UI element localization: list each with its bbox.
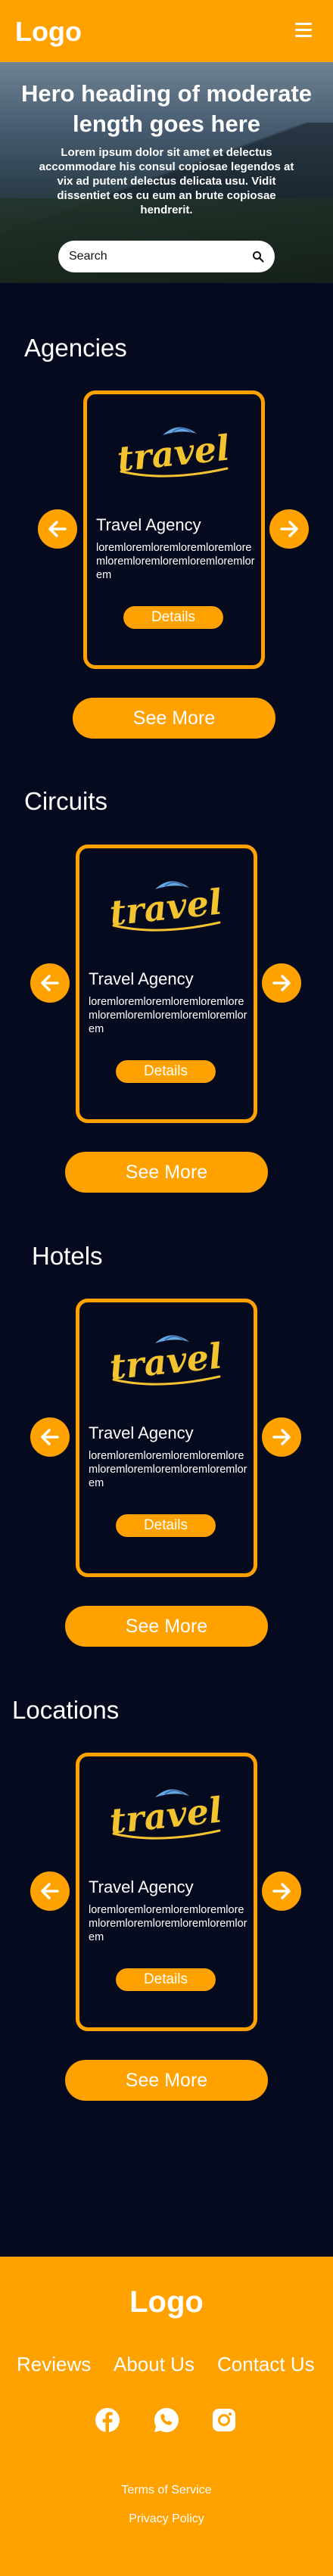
carousel-next-button[interactable] [269, 509, 309, 549]
card-title: Travel Agency [89, 969, 194, 988]
details-button[interactable]: Details [116, 1060, 216, 1083]
footer-link-contact-us[interactable]: Contact Us [217, 2350, 315, 2378]
hero-heading: Hero heading of moderate length goes her… [20, 80, 313, 137]
details-button[interactable]: Details [123, 606, 223, 629]
travel-logo-image: travel [115, 427, 232, 479]
hamburger-menu-icon[interactable] [295, 23, 312, 38]
carousel-next-button[interactable] [262, 1871, 301, 1911]
top-navbar: Logo [0, 0, 333, 62]
social-links [0, 2406, 333, 2437]
card-title: Travel Agency [89, 1423, 194, 1442]
card-description: loremloremloremloremloremloremloremlorem… [96, 542, 255, 581]
logo[interactable]: Logo [15, 15, 82, 48]
hero-section: Hero heading of moderate length goes her… [0, 62, 333, 283]
section-title-hotels: Hotels [32, 1242, 103, 1270]
card-description: loremloremloremloremloremloremloremlorem… [89, 1450, 247, 1489]
travel-logo-image: travel [107, 881, 224, 933]
instagram-icon[interactable] [210, 2406, 238, 2434]
details-button[interactable]: Details [116, 1514, 216, 1537]
search-icon[interactable] [252, 250, 264, 263]
card-description: loremloremloremloremloremloremloremlorem… [89, 1904, 247, 1943]
footer: Logo Reviews About Us Contact Us Terms o… [0, 2257, 333, 2576]
travel-logo-image: travel [107, 1335, 224, 1387]
carousel-prev-button[interactable] [30, 1871, 70, 1911]
footer-logo[interactable]: Logo [0, 2285, 333, 2319]
carousel-next-button[interactable] [262, 1417, 301, 1457]
card-description: loremloremloremloremloremloremloremlorem… [89, 996, 247, 1035]
see-more-button-hotels[interactable]: See More [65, 1606, 268, 1647]
see-more-button-agencies[interactable]: See More [73, 698, 275, 739]
card-title: Travel Agency [89, 1878, 194, 1896]
travel-logo-image: travel [107, 1789, 224, 1841]
section-title-locations: Locations [12, 1696, 120, 1724]
carousel-prev-button[interactable] [30, 1417, 70, 1457]
section-title-agencies: Agencies [24, 334, 127, 362]
search-input[interactable] [69, 247, 235, 266]
footer-link-reviews[interactable]: Reviews [17, 2350, 91, 2378]
hero-text: Lorem ipsum dolor sit amet et delectus a… [39, 146, 294, 216]
footer-link-about-us[interactable]: About Us [114, 2350, 195, 2378]
carousel-prev-button[interactable] [38, 509, 77, 549]
carousel-prev-button[interactable] [30, 963, 70, 1003]
see-more-button-locations[interactable]: See More [65, 2060, 268, 2101]
agencies-card: travel Travel Agency loremloremloremlore… [83, 390, 265, 669]
whatsapp-icon[interactable] [153, 2406, 180, 2434]
hotels-card: travel Travel Agency loremloremloremlore… [76, 1299, 257, 1577]
carousel-next-button[interactable] [262, 963, 301, 1003]
circuits-card: travel Travel Agency loremloremloremlore… [76, 845, 257, 1123]
footer-links: Reviews About Us Contact Us [0, 2350, 333, 2378]
locations-card: travel Travel Agency loremloremloremlore… [76, 1753, 257, 2031]
search-bar [58, 241, 275, 272]
privacy-policy-link[interactable]: Privacy Policy [0, 2512, 333, 2526]
facebook-icon[interactable] [94, 2406, 121, 2434]
card-title: Travel Agency [96, 515, 201, 534]
section-title-circuits: Circuits [24, 787, 108, 815]
terms-of-service-link[interactable]: Terms of Service [0, 2484, 333, 2497]
see-more-button-circuits[interactable]: See More [65, 1152, 268, 1193]
details-button[interactable]: Details [116, 1968, 216, 1991]
